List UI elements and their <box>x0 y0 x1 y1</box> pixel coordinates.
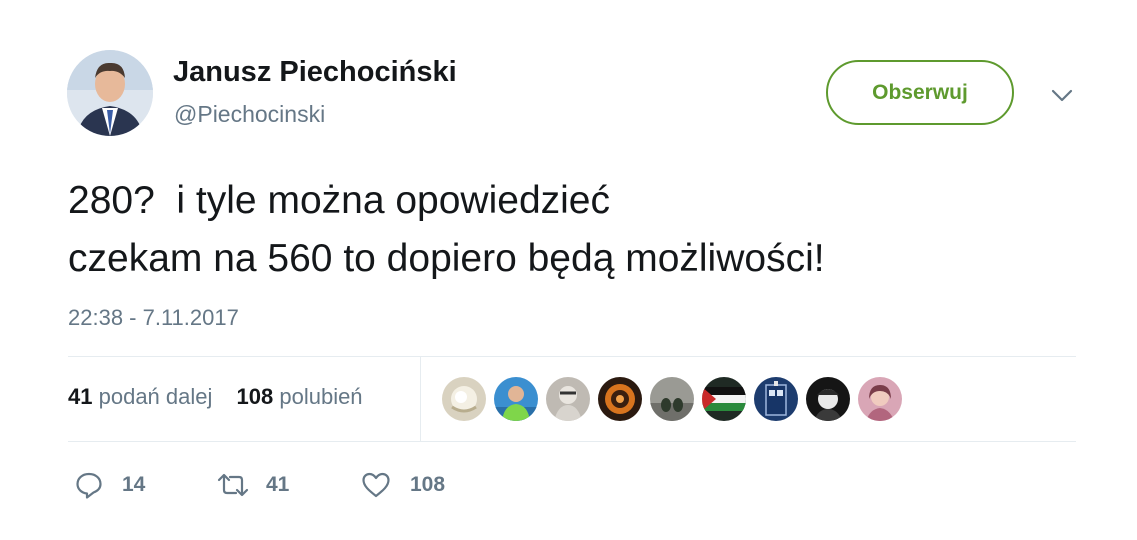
retweet-count: 41 <box>266 473 290 496</box>
like-stat-label: polubień <box>279 384 363 409</box>
tweet-text-line: 280? i tyle można opowiedzieć <box>68 179 610 222</box>
reply-count: 14 <box>122 473 146 496</box>
author-avatar[interactable] <box>67 50 153 136</box>
tweet-text-line: czekam na 560 to dopiero będą możliwości… <box>68 237 825 280</box>
retweet-action[interactable]: 41 <box>216 468 289 502</box>
liker-avatar[interactable] <box>650 377 694 421</box>
like-action[interactable]: 108 <box>360 468 445 502</box>
divider <box>68 441 1076 442</box>
author-handle[interactable]: @Piechocinski <box>174 101 325 128</box>
tweet-timestamp[interactable]: 22:38 - 7.11.2017 <box>68 305 239 331</box>
heart-outline-icon <box>362 472 390 498</box>
engagement-stats: 41 podań dalej 108 polubień <box>68 384 381 410</box>
like-stat-count: 108 <box>236 384 274 409</box>
liker-avatar[interactable] <box>598 377 642 421</box>
liker-avatar[interactable] <box>546 377 590 421</box>
speech-bubble-icon <box>76 472 102 499</box>
divider <box>420 357 421 441</box>
chevron-down-icon[interactable] <box>1048 82 1076 110</box>
like-count: 108 <box>410 473 446 496</box>
retweet-stat[interactable]: 41 podań dalej <box>68 384 212 410</box>
author-name[interactable]: Janusz Piechociński <box>173 56 457 89</box>
liker-avatars <box>442 377 902 421</box>
retweet-stat-label: podań dalej <box>98 384 213 409</box>
liker-avatar[interactable] <box>494 377 538 421</box>
follow-button[interactable]: Obserwuj <box>826 60 1014 125</box>
like-stat[interactable]: 108 polubień <box>237 384 363 410</box>
liker-avatar[interactable] <box>702 377 746 421</box>
liker-avatar[interactable] <box>442 377 486 421</box>
tweet-text: 280? i tyle można opowiedzieć czekam na … <box>68 172 825 288</box>
tweet-card: Janusz Piechociński @Piechocinski Obserw… <box>0 0 1137 540</box>
liker-avatar[interactable] <box>754 377 798 421</box>
reply-action[interactable]: 14 <box>74 468 145 502</box>
liker-avatar[interactable] <box>858 377 902 421</box>
divider <box>68 356 1076 357</box>
retweet-arrows-icon <box>217 473 249 497</box>
retweet-stat-count: 41 <box>68 384 93 409</box>
liker-avatar[interactable] <box>806 377 850 421</box>
